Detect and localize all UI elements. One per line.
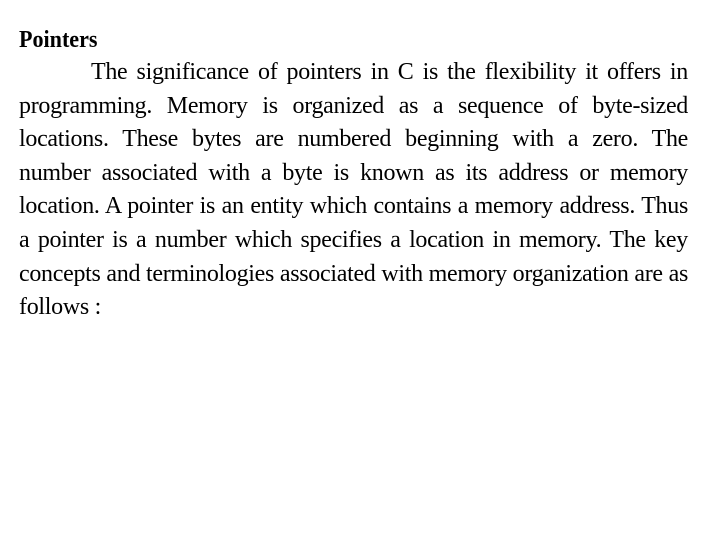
document-page: Pointers The significance of pointers in… [19,24,688,325]
body-paragraph: The significance of pointers in C is the… [19,59,688,321]
section-heading: Pointers [19,27,98,53]
